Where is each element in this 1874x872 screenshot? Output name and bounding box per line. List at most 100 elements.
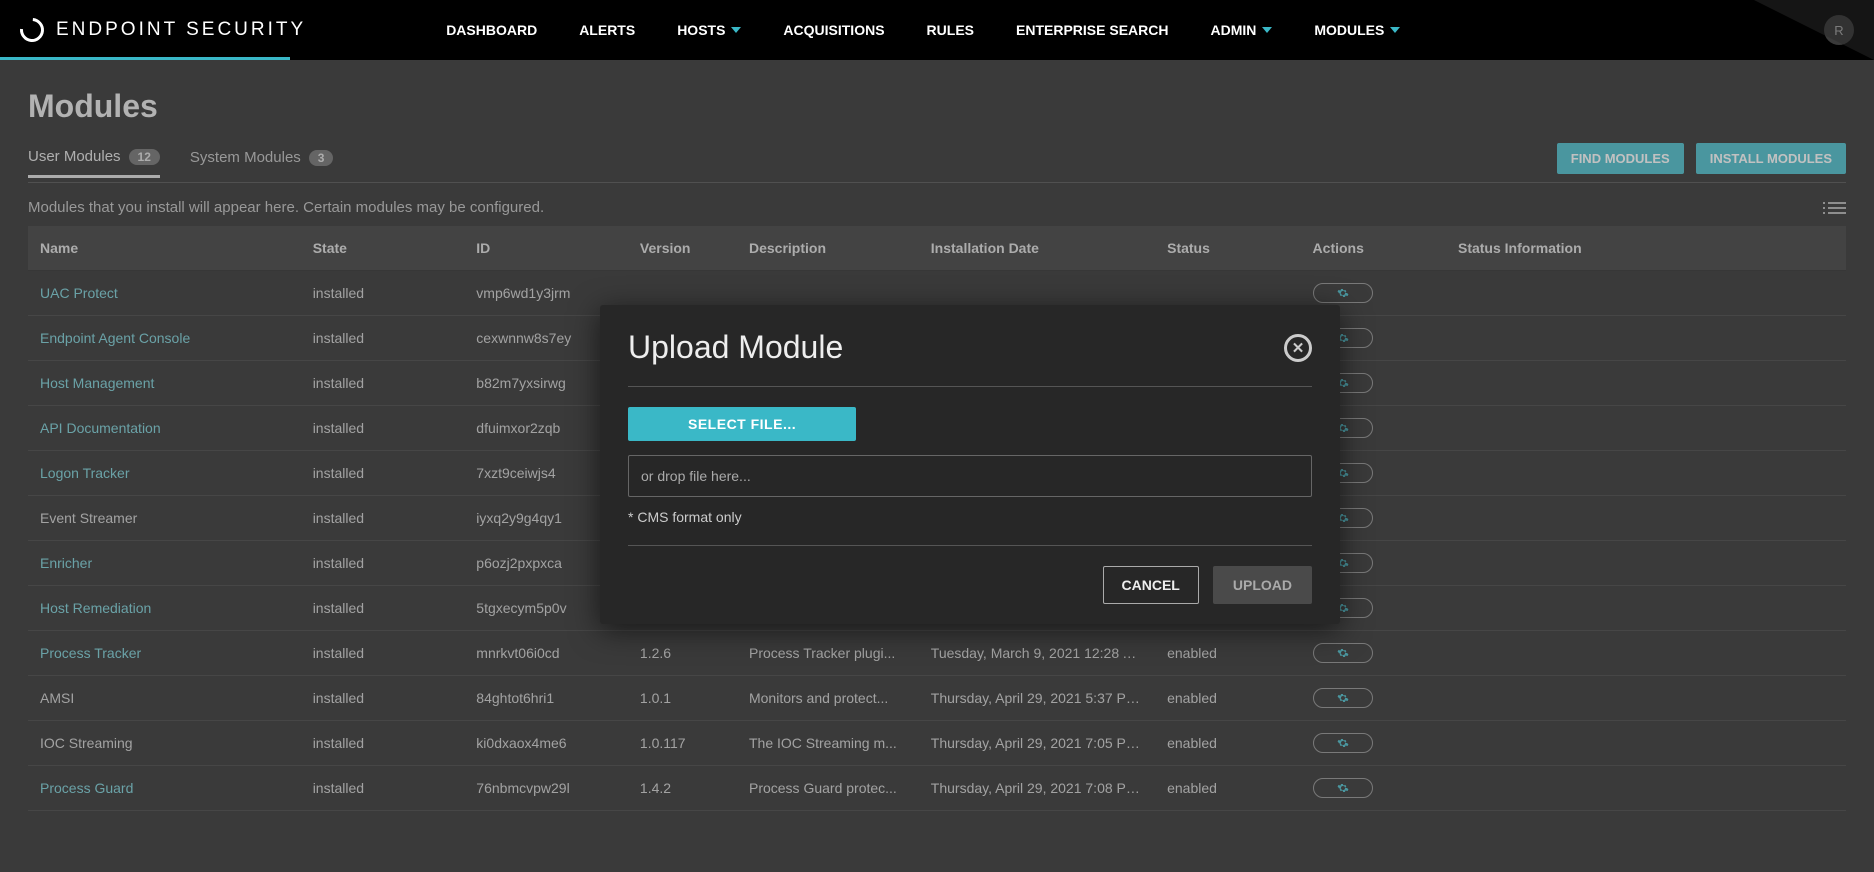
cell-name[interactable]: Enricher [28,541,301,586]
cell-id: mnrkvt06i0cd [464,631,628,676]
cell-state: installed [301,496,465,541]
th-version[interactable]: Version [628,226,737,271]
chevron-down-icon [1390,27,1400,33]
cell-state: installed [301,271,465,316]
cell-name[interactable]: Host Management [28,361,301,406]
cell-description: The IOC Streaming m... [737,721,919,766]
cell-version: 1.0.117 [628,721,737,766]
nav-modules[interactable]: MODULES [1314,22,1400,38]
table-row: AMSIinstalled84ghtot6hri11.0.1Monitors a… [28,676,1846,721]
nav-label: RULES [927,22,974,38]
th-state[interactable]: State [301,226,465,271]
th-actions[interactable]: Actions [1301,226,1446,271]
th-status[interactable]: Status [1155,226,1300,271]
cell-description: Process Guard protec... [737,766,919,811]
cell-name[interactable]: Process Guard [28,766,301,811]
cell-status-info [1446,316,1846,361]
cell-name[interactable]: Logon Tracker [28,451,301,496]
table-row: IOC Streaminginstalledki0dxaox4me61.0.11… [28,721,1846,766]
cell-name[interactable]: API Documentation [28,406,301,451]
cell-status-info [1446,676,1846,721]
tab-system-modules[interactable]: System Modules 3 [190,149,334,176]
brand-name: ENDPOINT SECURITY [56,19,306,41]
nav-alerts[interactable]: ALERTS [579,22,635,38]
select-file-button[interactable]: SELECT FILE... [628,407,856,441]
nav-admin[interactable]: ADMIN [1210,22,1272,38]
th-name[interactable]: Name [28,226,301,271]
find-modules-button[interactable]: FIND MODULES [1557,143,1684,174]
cell-status-info [1446,496,1846,541]
nav-enterprise-search[interactable]: ENTERPRISE SEARCH [1016,22,1168,38]
gear-icon[interactable] [1313,643,1373,663]
cell-status-info [1446,451,1846,496]
gear-icon[interactable] [1313,778,1373,798]
cell-actions [1301,721,1446,766]
nav-label: DASHBOARD [446,22,537,38]
cell-id: 76nbmcvpw29l [464,766,628,811]
gear-icon[interactable] [1313,688,1373,708]
nav-label: ADMIN [1210,22,1256,38]
cell-description: Process Tracker plugi... [737,631,919,676]
cell-name: AMSI [28,676,301,721]
cell-description: Monitors and protect... [737,676,919,721]
tab-user-modules[interactable]: User Modules 12 [28,148,160,178]
cell-state: installed [301,631,465,676]
th-description[interactable]: Description [737,226,919,271]
divider [628,386,1312,387]
modal-title-row: Upload Module ✕ [628,329,1312,366]
nav-label: ENTERPRISE SEARCH [1016,22,1168,38]
cell-name: Event Streamer [28,496,301,541]
nav-label: ALERTS [579,22,635,38]
th-installation-date[interactable]: Installation Date [919,226,1155,271]
brand: ENDPOINT SECURITY [20,18,306,42]
table-header-row: Name State ID Version Description Instal… [28,226,1846,271]
cell-version: 1.0.1 [628,676,737,721]
cell-state: installed [301,361,465,406]
subhead-row: Modules that you install will appear her… [28,183,1846,226]
cell-name[interactable]: Process Tracker [28,631,301,676]
drop-zone[interactable]: or drop file here... [628,455,1312,497]
list-view-icon[interactable] [1828,202,1846,214]
cell-status-info [1446,361,1846,406]
cell-state: installed [301,541,465,586]
corner-decoration [1754,0,1874,60]
cell-name[interactable]: Endpoint Agent Console [28,316,301,361]
cell-id: ki0dxaox4me6 [464,721,628,766]
nav-label: ACQUISITIONS [783,22,884,38]
modal-title: Upload Module [628,329,843,366]
modal-actions: CANCEL UPLOAD [628,566,1312,604]
cell-actions [1301,631,1446,676]
cell-version: 1.4.2 [628,766,737,811]
cell-state: installed [301,406,465,451]
divider [628,545,1312,546]
nav-dashboard[interactable]: DASHBOARD [446,22,537,38]
cell-status-info [1446,586,1846,631]
brand-logo-icon [15,13,49,47]
cell-status: enabled [1155,676,1300,721]
nav-label: HOSTS [677,22,725,38]
cancel-button[interactable]: CANCEL [1103,566,1199,604]
nav-hosts[interactable]: HOSTS [677,22,741,38]
cell-name: IOC Streaming [28,721,301,766]
install-modules-button[interactable]: INSTALL MODULES [1696,143,1846,174]
tab-label: User Modules [28,148,121,165]
th-status-info[interactable]: Status Information [1446,226,1846,271]
cell-state: installed [301,316,465,361]
th-id[interactable]: ID [464,226,628,271]
table-row: Process Trackerinstalledmnrkvt06i0cd1.2.… [28,631,1846,676]
tab-label: System Modules [190,149,301,166]
nav-rules[interactable]: RULES [927,22,974,38]
gear-icon[interactable] [1313,733,1373,753]
upload-button[interactable]: UPLOAD [1213,566,1312,604]
gear-icon[interactable] [1313,283,1373,303]
cell-name[interactable]: UAC Protect [28,271,301,316]
cell-name[interactable]: Host Remediation [28,586,301,631]
close-icon[interactable]: ✕ [1284,334,1312,362]
cell-state: installed [301,721,465,766]
nav-items: DASHBOARD ALERTS HOSTS ACQUISITIONS RULE… [446,22,1400,38]
format-hint: * CMS format only [628,509,1312,525]
cell-actions [1301,676,1446,721]
nav-acquisitions[interactable]: ACQUISITIONS [783,22,884,38]
chevron-down-icon [1262,27,1272,33]
cell-status-info [1446,766,1846,811]
